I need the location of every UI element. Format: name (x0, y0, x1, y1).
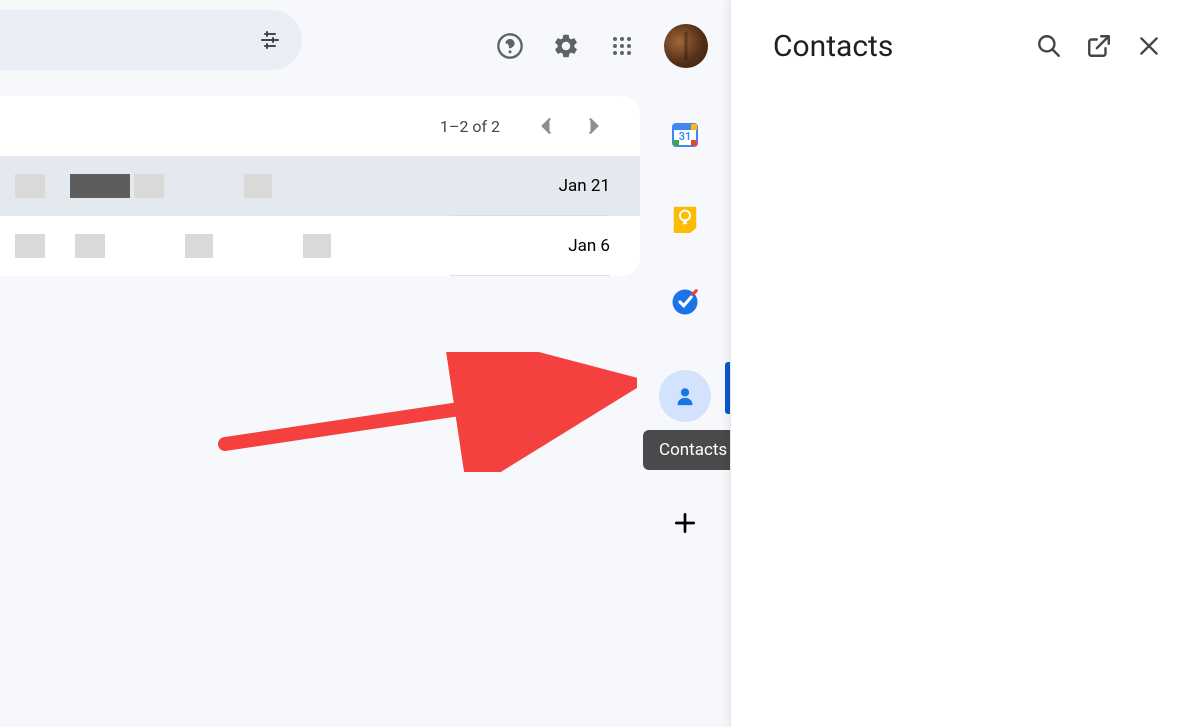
message-list-panel: 1–2 of 2 Jan 21 Jan 6 (0, 96, 640, 276)
next-page-button[interactable] (580, 109, 610, 143)
list-row[interactable]: Jan 6 (0, 216, 640, 276)
row-date: Jan 6 (568, 236, 610, 256)
pagination-text: 1–2 of 2 (440, 117, 500, 136)
prev-page-button[interactable] (530, 109, 560, 143)
apps-grid-icon[interactable] (608, 32, 636, 60)
search-bar[interactable] (0, 10, 302, 70)
row-date: Jan 21 (559, 176, 610, 196)
svg-text:31: 31 (679, 130, 692, 143)
settings-icon[interactable] (552, 32, 580, 60)
add-icon[interactable] (669, 507, 701, 539)
contacts-icon[interactable] (659, 370, 711, 422)
calendar-icon[interactable]: 31 (669, 118, 701, 150)
open-external-icon[interactable] (1086, 33, 1112, 59)
search-options-icon[interactable] (258, 28, 282, 52)
close-icon[interactable] (1136, 33, 1162, 59)
search-icon[interactable] (1036, 33, 1062, 59)
account-avatar[interactable] (664, 24, 708, 68)
support-icon[interactable] (496, 32, 524, 60)
contacts-side-panel: Contacts (730, 0, 1184, 727)
contacts-tooltip: Contacts (643, 430, 743, 470)
side-rail: 31 (640, 96, 730, 727)
keep-icon[interactable] (669, 202, 701, 234)
panel-title: Contacts (773, 29, 1036, 64)
list-row[interactable]: Jan 21 (0, 156, 640, 216)
tasks-icon[interactable] (669, 286, 701, 318)
